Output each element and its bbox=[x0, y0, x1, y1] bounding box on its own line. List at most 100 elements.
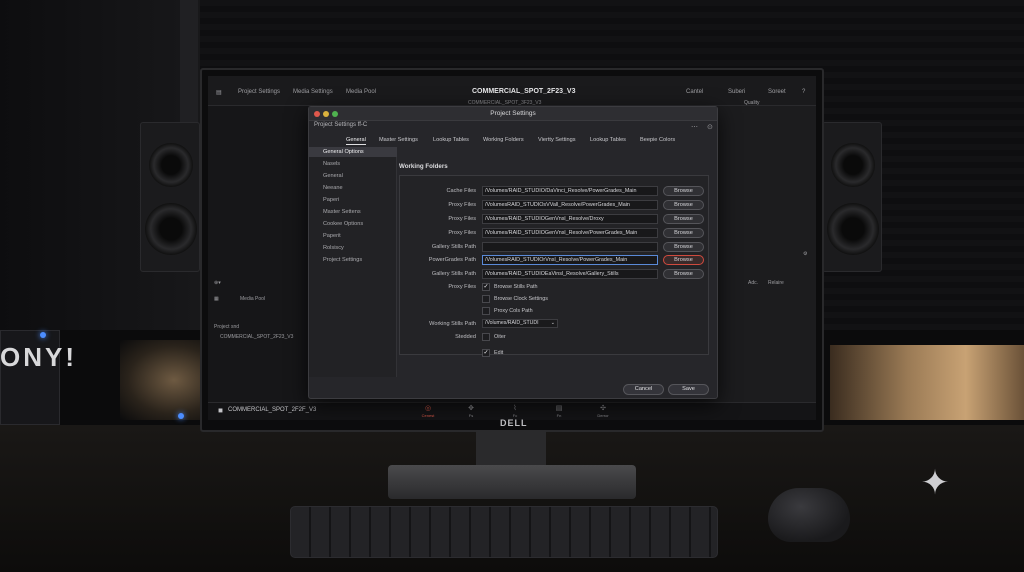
page-icon: ✥ bbox=[468, 405, 474, 412]
page-label: Fs bbox=[468, 413, 474, 418]
speaker-left bbox=[140, 122, 200, 272]
checkbox-label: Oiter bbox=[494, 334, 506, 340]
sidebar-item[interactable]: Paperi bbox=[323, 197, 339, 203]
cancel-button[interactable]: Cancel bbox=[623, 384, 664, 395]
browse-button[interactable]: Browse bbox=[663, 269, 704, 279]
gallery-stills-path-field[interactable]: /Volumes/RAID_STUDIOEaVinsl_Resolve/Gall… bbox=[482, 269, 658, 279]
keyboard bbox=[290, 506, 718, 558]
browse-button-highlighted[interactable]: Browse bbox=[663, 255, 704, 265]
page-tab-deliver[interactable]: ✣ Derror bbox=[588, 405, 618, 418]
menu-project-settings[interactable]: Project Settings bbox=[238, 89, 280, 95]
sidebar-item[interactable]: Cookee Options bbox=[323, 221, 363, 227]
speaker-right bbox=[822, 122, 882, 272]
mouse bbox=[768, 488, 850, 542]
browse-button[interactable]: Browse bbox=[663, 186, 704, 196]
sidebar-item[interactable]: Nasels bbox=[323, 161, 340, 167]
right-menu-3[interactable]: Soreet bbox=[768, 89, 786, 95]
sidebar-item-project-settings[interactable]: Project Settings bbox=[323, 257, 362, 263]
tab-master-settings[interactable]: Master Settings bbox=[379, 135, 418, 145]
page-tab-color[interactable]: ▤ Fn bbox=[544, 405, 574, 418]
page-icon: ✣ bbox=[600, 405, 606, 412]
media-panel: ⊕▾ ▦ Media Pool Project snd COMMERCIAL_S… bbox=[208, 106, 308, 406]
row-label: PowerGrades Path bbox=[428, 257, 476, 263]
settings-icon[interactable]: ⚙ bbox=[803, 251, 807, 257]
dialog-title-bar: Project Settings bbox=[309, 107, 717, 121]
sidebar-item[interactable]: Master Settens bbox=[323, 209, 361, 215]
menu-dots-icon[interactable]: ⋯ bbox=[691, 123, 698, 131]
page-tab-edit[interactable]: ✥ Fs bbox=[456, 405, 486, 418]
project-settings-dialog: Project Settings Project Settings ff-C ⋯… bbox=[308, 106, 718, 399]
bottom-project-name: COMMERCIAL_SPOT_2F2F_V3 bbox=[228, 407, 317, 413]
row-label: Working Stills Path bbox=[429, 321, 476, 327]
row-label: Gallery Stills Path bbox=[431, 271, 476, 277]
speaker-woofer bbox=[145, 203, 197, 255]
dialog-subtitle: Project Settings ff-C bbox=[314, 122, 368, 128]
other-checkbox[interactable] bbox=[482, 333, 490, 341]
sidebar-item[interactable]: General bbox=[323, 173, 343, 179]
media-pool-label: Media Pool bbox=[240, 296, 266, 302]
page-label: Fn bbox=[556, 413, 562, 418]
browse-button[interactable]: Browse bbox=[663, 228, 704, 238]
browse-button[interactable]: Browse bbox=[663, 214, 704, 224]
tab-lookup-tables-2[interactable]: Lookup Tables bbox=[590, 135, 626, 145]
proxy-files-path-field[interactable]: /Volumes/RAID_STUDIOGenVnsl_Resolve/Drox… bbox=[482, 214, 658, 224]
led-indicator bbox=[178, 413, 184, 419]
media-icon: ▦ bbox=[214, 296, 219, 302]
tab-working-folders[interactable]: Working Folders bbox=[483, 135, 524, 145]
page-tab-cut[interactable]: ◎ Cenest bbox=[413, 405, 443, 418]
page-label: Cenest bbox=[421, 413, 435, 418]
monitor-brand-label: DELL bbox=[500, 418, 528, 428]
sidebar-item[interactable]: Rolsiscy bbox=[323, 245, 344, 251]
checkbox-label: Browse Stills Path bbox=[494, 284, 538, 290]
sidebar-item-general-options[interactable]: General Options bbox=[309, 147, 397, 157]
powergrades-path-field[interactable]: /VolumesRAID_STUDIOrVnsl_Resolve/PowerGr… bbox=[482, 255, 658, 265]
sparkle-icon: ✦ bbox=[920, 464, 950, 502]
tab-color[interactable]: Beepie Colors bbox=[640, 135, 675, 145]
quality-label: Quality bbox=[744, 100, 760, 106]
right-menu-2[interactable]: Suberi bbox=[728, 89, 745, 95]
row-label: Gallery Stills Path bbox=[431, 244, 476, 250]
cache-files-path-field[interactable]: /Volumes/RAID_STUDIO/DaVinci_Resolve/Pow… bbox=[482, 186, 658, 196]
browse-clock-checkbox[interactable] bbox=[482, 295, 490, 303]
row-label: Cache Files bbox=[446, 188, 476, 194]
menu-media-pool[interactable]: Media Pool bbox=[346, 89, 376, 95]
row-label: Proxy Files bbox=[448, 202, 476, 208]
led-indicator bbox=[40, 332, 46, 338]
browse-button[interactable]: Browse bbox=[663, 200, 704, 210]
page-icon: ⌇ bbox=[513, 405, 517, 412]
save-button[interactable]: Save bbox=[668, 384, 709, 395]
project-item[interactable]: COMMERCIAL_SPOT_2F23_V3 bbox=[220, 334, 293, 340]
browse-stills-checkbox[interactable]: ✓ bbox=[482, 283, 490, 291]
gallery-stills-path-field[interactable] bbox=[482, 242, 658, 252]
monitor-stand-base bbox=[388, 465, 636, 499]
options-icon[interactable]: ⊙ bbox=[707, 123, 713, 131]
menu-icon[interactable]: ▤ bbox=[216, 89, 222, 96]
light-glow-right bbox=[830, 345, 1024, 420]
menu-media-settings[interactable]: Media Settings bbox=[293, 89, 333, 95]
toolbar-label-2[interactable]: Relaire bbox=[768, 280, 784, 286]
sidebar-item[interactable]: Neeane bbox=[323, 185, 343, 191]
help-icon[interactable]: ? bbox=[802, 89, 805, 95]
working-stills-select[interactable]: /Volumes/RAID_STUDI ⌄ bbox=[482, 319, 558, 328]
toolbar-label-1[interactable]: Adc. bbox=[748, 280, 758, 286]
select-value: /Volumes/RAID_STUDI bbox=[485, 320, 539, 326]
proxy-files-path-field[interactable]: /Volumes/RAID_STUDIOGenVnsl_Resolve/Powe… bbox=[482, 228, 658, 238]
dialog-sidebar: General Options Nasels General Neeane Pa… bbox=[309, 147, 397, 377]
view-icon[interactable]: ⊕▾ bbox=[214, 280, 221, 286]
row-label: Proxy Files bbox=[448, 284, 476, 290]
tab-lookup-tables[interactable]: Lookup Tables bbox=[433, 135, 469, 145]
monitor: ▤ Project Settings Media Settings Media … bbox=[200, 68, 824, 432]
sidebar-item[interactable]: Paperit bbox=[323, 233, 341, 239]
tab-general[interactable]: General bbox=[346, 135, 366, 145]
device-brand-label: ONY! bbox=[0, 342, 77, 372]
section-title: Working Folders bbox=[399, 163, 448, 170]
page-tab-fusion[interactable]: ⌇ Fc bbox=[500, 405, 530, 418]
home-icon[interactable]: ◼ bbox=[218, 407, 223, 414]
tab-video-settings[interactable]: Viertty Settings bbox=[538, 135, 576, 145]
edit-checkbox[interactable]: ✓ bbox=[482, 349, 490, 357]
browse-button[interactable]: Browse bbox=[663, 242, 704, 252]
right-menu-1[interactable]: Cantel bbox=[686, 89, 703, 95]
speaker-tweeter bbox=[831, 143, 875, 187]
proxy-files-path-field[interactable]: /VolumesRAID_STUDIOsVVall_Resolve/PowerG… bbox=[482, 200, 658, 210]
proxy-cols-checkbox[interactable] bbox=[482, 307, 490, 315]
